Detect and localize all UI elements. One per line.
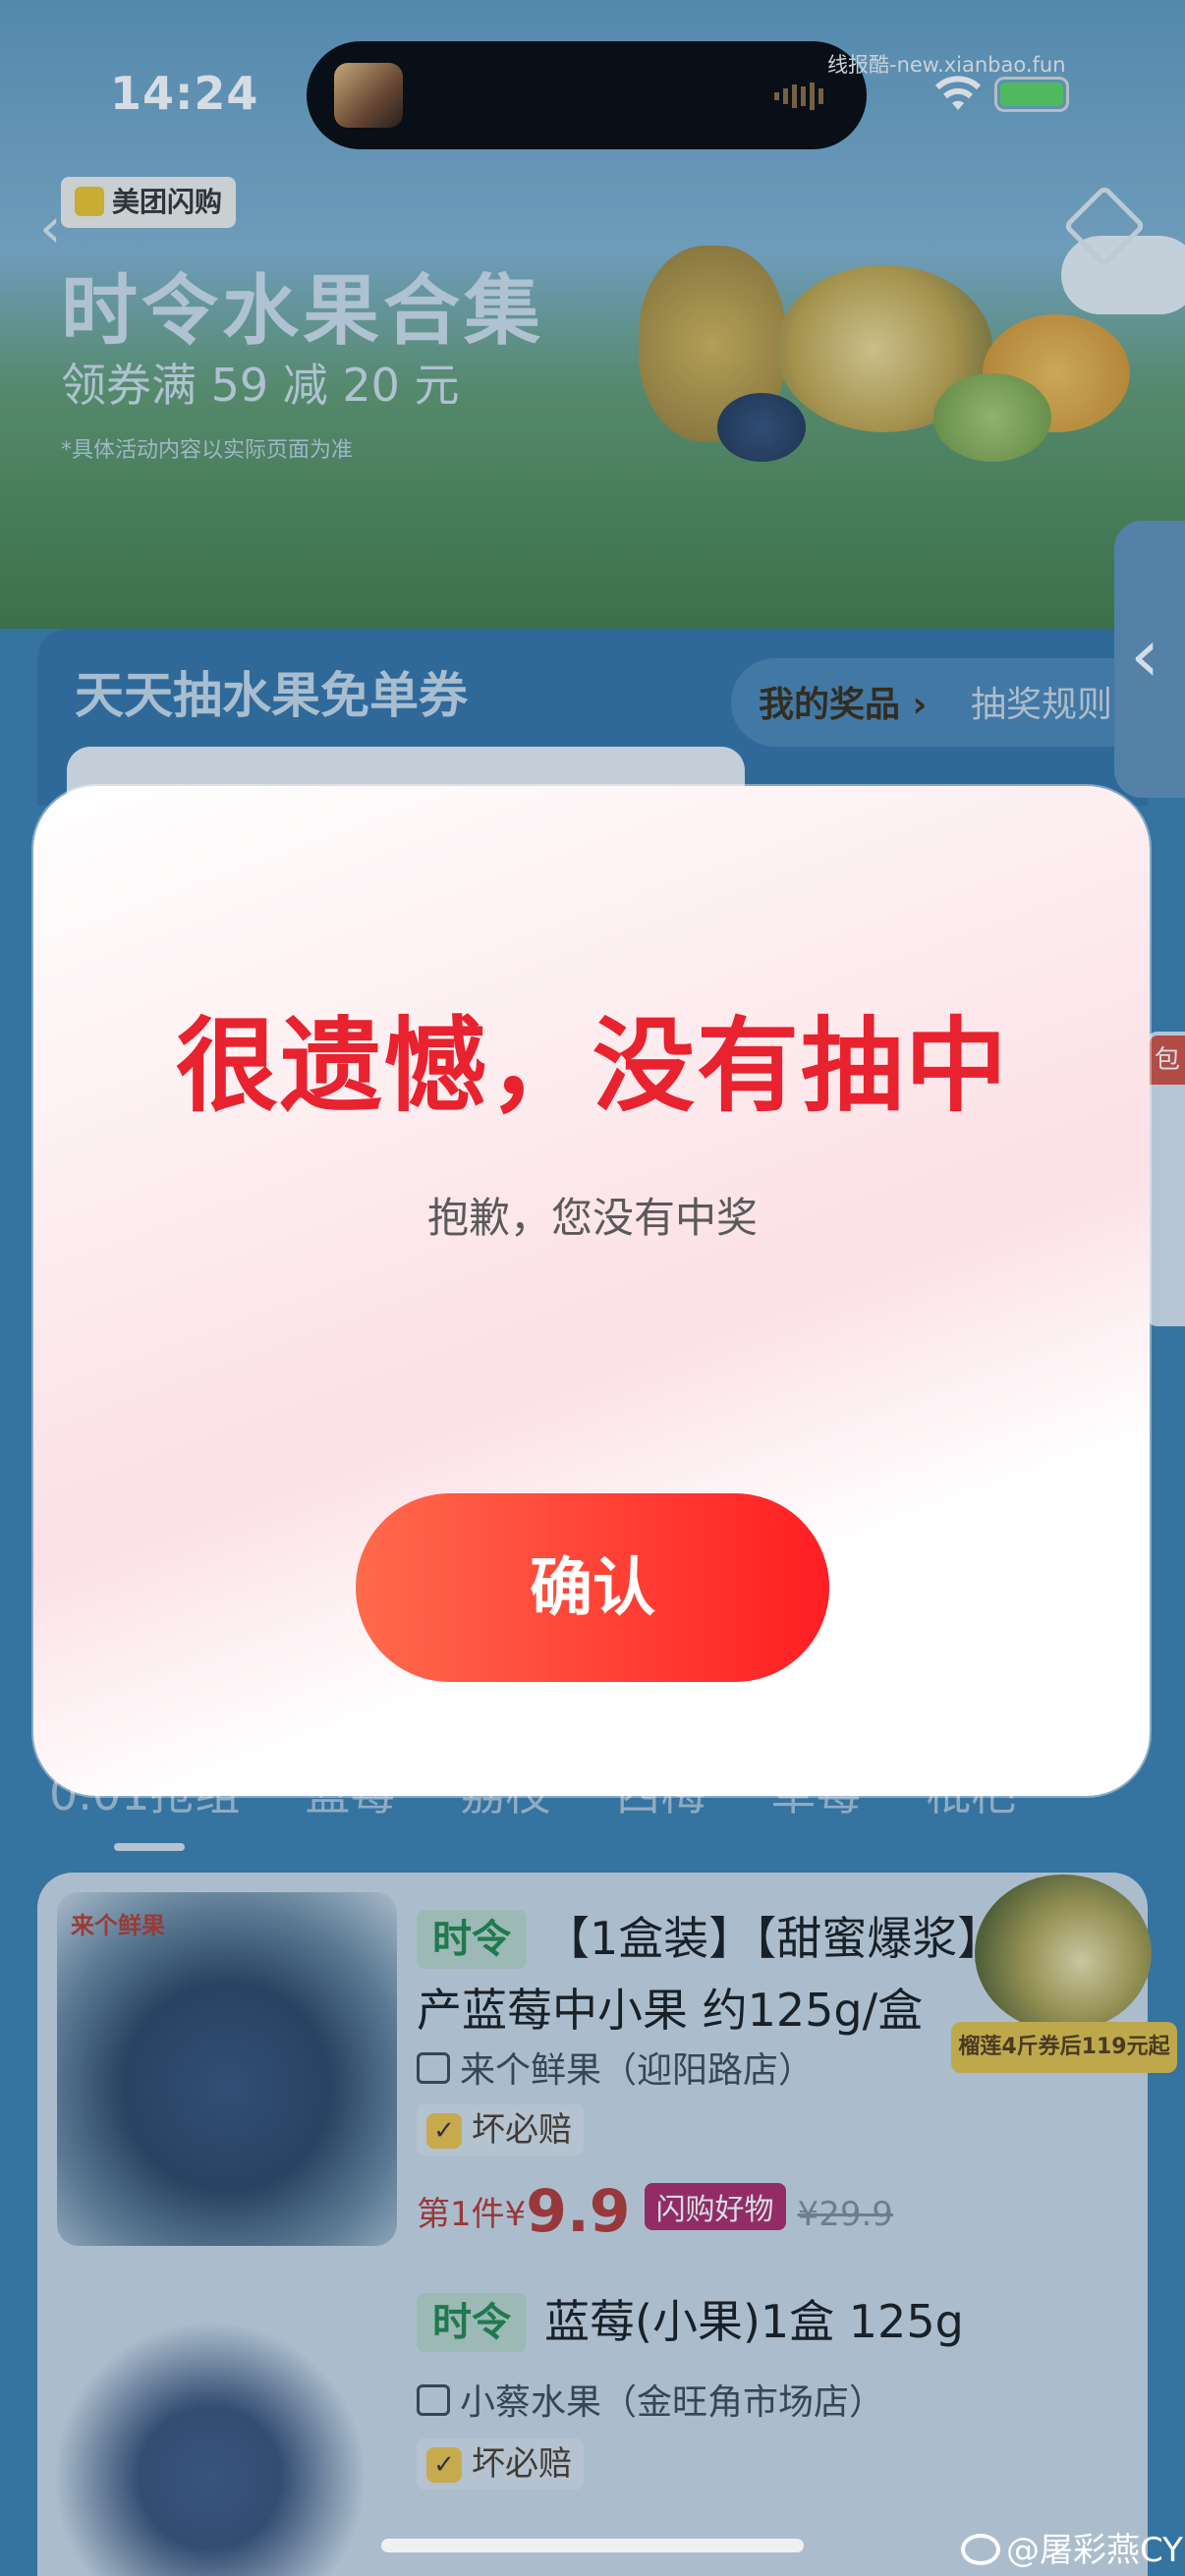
confirm-button[interactable]: 确认 [356, 1493, 829, 1682]
weibo-handle: @屠彩燕CY [1006, 2531, 1183, 2570]
weibo-watermark: @屠彩燕CY [961, 2523, 1183, 2571]
dialog-message: 抱歉，您没有中奖 [426, 1194, 758, 1242]
dialog-title: 很遗憾，没有抽中 [175, 1006, 1009, 1126]
home-indicator[interactable] [381, 2539, 804, 2552]
weibo-logo-icon [961, 2534, 1000, 2565]
